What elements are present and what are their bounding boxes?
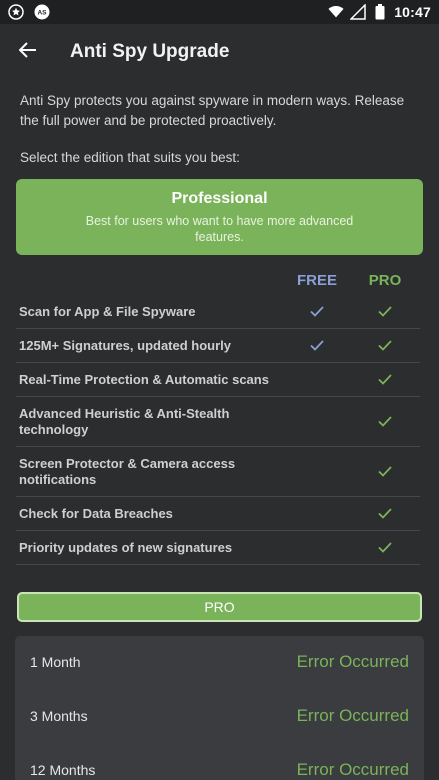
edition-title: Professional	[171, 190, 268, 207]
pro-check-icon	[378, 416, 392, 428]
feature-row: 125M+ Signatures, updated hourly	[16, 329, 420, 363]
star-badge-icon	[8, 4, 24, 20]
select-edition-label: Select the edition that suits you best:	[20, 150, 240, 165]
svg-text:AS: AS	[37, 10, 47, 17]
column-free: FREE	[297, 272, 338, 289]
feature-label: Scan for App & File Spyware	[19, 303, 196, 319]
plan-name: 12 Months	[30, 762, 96, 778]
wifi-icon	[328, 4, 344, 20]
plan-name: 3 Months	[30, 708, 88, 724]
feature-row: Screen Protector & Camera access notific…	[16, 447, 420, 497]
plan-row-1-month[interactable]: 1 Month Error Occurred	[15, 636, 424, 690]
feature-label: Screen Protector & Camera access notific…	[19, 455, 236, 487]
free-check-icon	[310, 340, 324, 352]
plan-status: Error Occurred	[296, 652, 409, 671]
feature-row: Check for Data Breaches	[16, 497, 420, 531]
feature-label: 125M+ Signatures, updated hourly	[19, 337, 232, 353]
plan-row-3-months[interactable]: 3 Months Error Occurred	[15, 690, 424, 744]
signal-icon	[350, 4, 366, 20]
feature-label: Advanced Heuristic & Anti-Stealth techno…	[19, 405, 230, 437]
app-bar: Anti Spy Upgrade	[0, 24, 439, 80]
battery-icon	[372, 4, 388, 20]
arrow-left-icon	[18, 41, 37, 63]
feature-list: Scan for App & File Spyware 125M+ Signat…	[16, 295, 420, 565]
pro-check-icon	[378, 340, 392, 352]
feature-row: Advanced Heuristic & Anti-Stealth techno…	[16, 397, 420, 447]
pro-check-icon	[378, 508, 392, 520]
plan-list: 1 Month Error Occurred 3 Months Error Oc…	[15, 636, 424, 780]
feature-row: Scan for App & File Spyware	[16, 295, 420, 329]
comparison-header: FREE PRO	[0, 272, 439, 292]
plan-row-12-months[interactable]: 12 Months Error Occurred	[15, 744, 424, 780]
free-check-icon	[310, 306, 324, 318]
pro-check-icon	[378, 306, 392, 318]
notification-icon: AS	[34, 4, 50, 20]
upgrade-screen: AS 10:47 Anti Spy Upgrade Anti Spy prote…	[0, 0, 439, 780]
plan-status: Error Occurred	[296, 760, 409, 779]
feature-label: Priority updates of new signatures	[19, 539, 233, 555]
status-bar: AS 10:47	[0, 0, 439, 24]
column-pro: PRO	[368, 272, 402, 289]
pro-check-icon	[378, 542, 392, 554]
edition-description: Best for users who want to have more adv…	[85, 214, 354, 244]
feature-label: Real-Time Protection & Automatic scans	[19, 371, 269, 387]
plan-status: Error Occurred	[296, 706, 409, 725]
intro-text: Anti Spy protects you against spyware in…	[20, 93, 405, 128]
feature-row: Priority updates of new signatures	[16, 531, 420, 565]
page-title: Anti Spy Upgrade	[70, 41, 230, 62]
back-button[interactable]	[0, 24, 56, 80]
plan-name: 1 Month	[30, 654, 81, 670]
pro-check-icon	[378, 466, 392, 478]
feature-row: Real-Time Protection & Automatic scans	[16, 363, 420, 397]
feature-label: Check for Data Breaches	[19, 505, 173, 521]
edition-card-professional[interactable]: Professional Best for users who want to …	[16, 179, 423, 255]
pro-check-icon	[378, 374, 392, 386]
status-time: 10:47	[394, 4, 431, 20]
pro-button[interactable]: PRO	[17, 592, 422, 622]
